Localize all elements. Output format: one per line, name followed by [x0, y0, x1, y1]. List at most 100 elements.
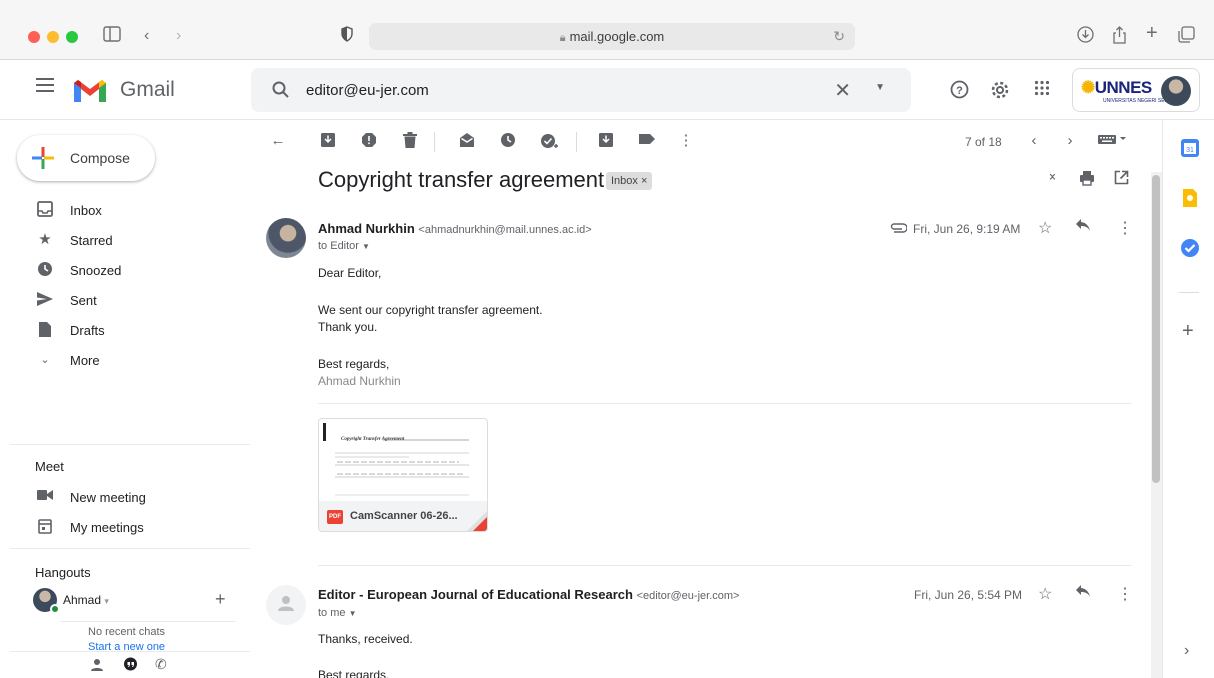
nav-item-starred[interactable]: ★ Starred [0, 225, 250, 255]
sender-avatar[interactable] [266, 585, 306, 625]
settings-gear-icon[interactable] [990, 80, 1010, 105]
compose-label: Compose [70, 150, 130, 166]
add-chat-icon[interactable]: + [215, 589, 226, 610]
move-to-icon[interactable] [597, 132, 615, 150]
account-switcher[interactable]: ✺UNNES UNIVERSITAS NEGERI SEMARANG [1072, 68, 1200, 112]
zoom-window-button[interactable] [66, 31, 78, 43]
message-body-line: Best regards, [318, 668, 390, 678]
online-status-icon [50, 604, 60, 614]
delete-icon[interactable] [401, 132, 419, 150]
attachment-card[interactable]: Copyright Transfer Agreement PDF CamScan… [318, 418, 488, 532]
back-to-inbox-icon[interactable]: ← [269, 132, 287, 150]
star-icon[interactable]: ☆ [1038, 584, 1052, 604]
message-more-icon[interactable]: ⋮ [1117, 218, 1133, 238]
remove-label-icon[interactable]: × [641, 175, 647, 187]
app-name: Gmail [120, 78, 175, 101]
print-icon[interactable] [1079, 170, 1095, 190]
nav-item-sent[interactable]: Sent [0, 285, 250, 315]
tab-overview-icon[interactable] [1178, 26, 1195, 49]
message-date: Fri, Jun 26, 5:54 PM [914, 588, 1023, 602]
hangouts-divider [60, 621, 236, 622]
contacts-icon[interactable] [90, 658, 104, 675]
send-icon [36, 291, 54, 309]
star-icon[interactable]: ☆ [1038, 218, 1052, 238]
minimize-window-button[interactable] [47, 31, 59, 43]
compose-button[interactable]: Compose [17, 135, 155, 181]
phone-icon[interactable]: ✆ [155, 656, 167, 673]
snooze-icon[interactable] [499, 132, 517, 150]
scrollbar-thumb[interactable] [1152, 175, 1160, 483]
url-text: mail.google.com [569, 29, 665, 44]
search-icon[interactable] [271, 80, 291, 100]
hangouts-tabs: ✆ [10, 651, 250, 678]
archive-icon[interactable] [319, 132, 337, 150]
nav-label: More [70, 353, 100, 368]
no-chats-text: No recent chats [88, 626, 166, 638]
tasks-app-icon[interactable] [1180, 238, 1200, 258]
chat-bubble-icon[interactable] [123, 657, 138, 675]
search-input[interactable]: editor@eu-jer.com [306, 82, 429, 99]
add-to-tasks-icon[interactable] [540, 132, 558, 150]
label-icon[interactable] [638, 132, 656, 150]
forward-icon[interactable]: › [176, 26, 181, 46]
compose-plus-icon [31, 146, 55, 170]
back-icon[interactable]: ‹ [144, 26, 149, 46]
expand-all-icon[interactable]: ⌄ ⌃ [1047, 166, 1058, 188]
nav-item-new-meeting[interactable]: New meeting [0, 482, 250, 512]
clear-search-icon[interactable]: ✕ [834, 78, 851, 103]
message-more-icon[interactable]: ⋮ [1117, 584, 1133, 604]
attachment-divider [318, 403, 1132, 404]
search-options-icon[interactable]: ▼ [875, 82, 885, 93]
get-addons-icon[interactable]: + [1182, 320, 1194, 343]
attachment-thumbnail: Copyright Transfer Agreement [319, 419, 487, 501]
message-divider [318, 565, 1132, 566]
nav-item-drafts[interactable]: Drafts [0, 315, 250, 345]
reply-icon[interactable] [1075, 584, 1091, 603]
newer-icon[interactable]: ‹ [1025, 132, 1043, 150]
nav-item-my-meetings[interactable]: My meetings [0, 512, 250, 542]
search-bar[interactable]: editor@eu-jer.com ✕ ▼ [251, 68, 911, 112]
more-actions-icon[interactable]: ⋮ [677, 132, 695, 150]
reload-icon[interactable]: ↻ [833, 23, 845, 50]
message-sender[interactable]: Editor - European Journal of Educational… [318, 587, 739, 602]
message-recipients[interactable]: to me ▼ [318, 607, 357, 619]
open-in-new-window-icon[interactable] [1114, 170, 1129, 189]
attachment-fold-accent [473, 517, 487, 531]
input-tools-icon[interactable] [1096, 132, 1130, 150]
address-bar[interactable]: 🔒︎ mail.google.com ↻ [369, 23, 855, 50]
nav-label: Sent [70, 293, 97, 308]
share-icon[interactable] [1112, 26, 1127, 50]
shield-icon[interactable] [341, 26, 353, 48]
pagination-text: 7 of 18 [965, 135, 1002, 149]
account-avatar[interactable] [1161, 76, 1191, 106]
message-signature: Ahmad Nurkhin [318, 374, 401, 388]
nav-item-more[interactable]: ⌄ More [0, 345, 250, 375]
reply-icon[interactable] [1075, 218, 1091, 237]
close-window-button[interactable] [28, 31, 40, 43]
attachment-indicator-icon [890, 220, 908, 236]
apps-grid-icon[interactable] [1034, 80, 1050, 101]
inbox-icon [36, 201, 54, 219]
inbox-label-chip[interactable]: Inbox × [606, 172, 653, 190]
mark-unread-icon[interactable] [458, 132, 476, 150]
nav-item-inbox[interactable]: Inbox [0, 195, 250, 225]
help-icon[interactable]: ? [950, 80, 969, 104]
new-tab-icon[interactable]: + [1146, 23, 1158, 43]
nav-item-snoozed[interactable]: Snoozed [0, 255, 250, 285]
show-side-panel-icon[interactable]: › [1184, 642, 1189, 660]
older-icon[interactable]: › [1061, 132, 1079, 150]
org-logo: ✺UNNES [1081, 78, 1152, 97]
message-recipients[interactable]: to Editor ▼ [318, 240, 370, 252]
hangouts-user[interactable]: Ahmad ▾ + [33, 587, 233, 614]
star-icon: ★ [38, 231, 52, 248]
downloads-icon[interactable] [1077, 26, 1094, 49]
calendar-app-icon[interactable]: 31 [1180, 138, 1200, 158]
keep-app-icon[interactable] [1180, 188, 1200, 208]
sender-avatar[interactable] [266, 218, 306, 258]
sidebar-toggle-icon[interactable] [103, 26, 121, 48]
main-menu-icon[interactable] [36, 78, 54, 92]
hangouts-section-title: Hangouts [35, 565, 91, 580]
report-spam-icon[interactable] [360, 132, 378, 150]
message-sender[interactable]: Ahmad Nurkhin <ahmadnurkhin@mail.unnes.a… [318, 221, 592, 236]
gmail-logo-icon[interactable] [72, 77, 108, 107]
